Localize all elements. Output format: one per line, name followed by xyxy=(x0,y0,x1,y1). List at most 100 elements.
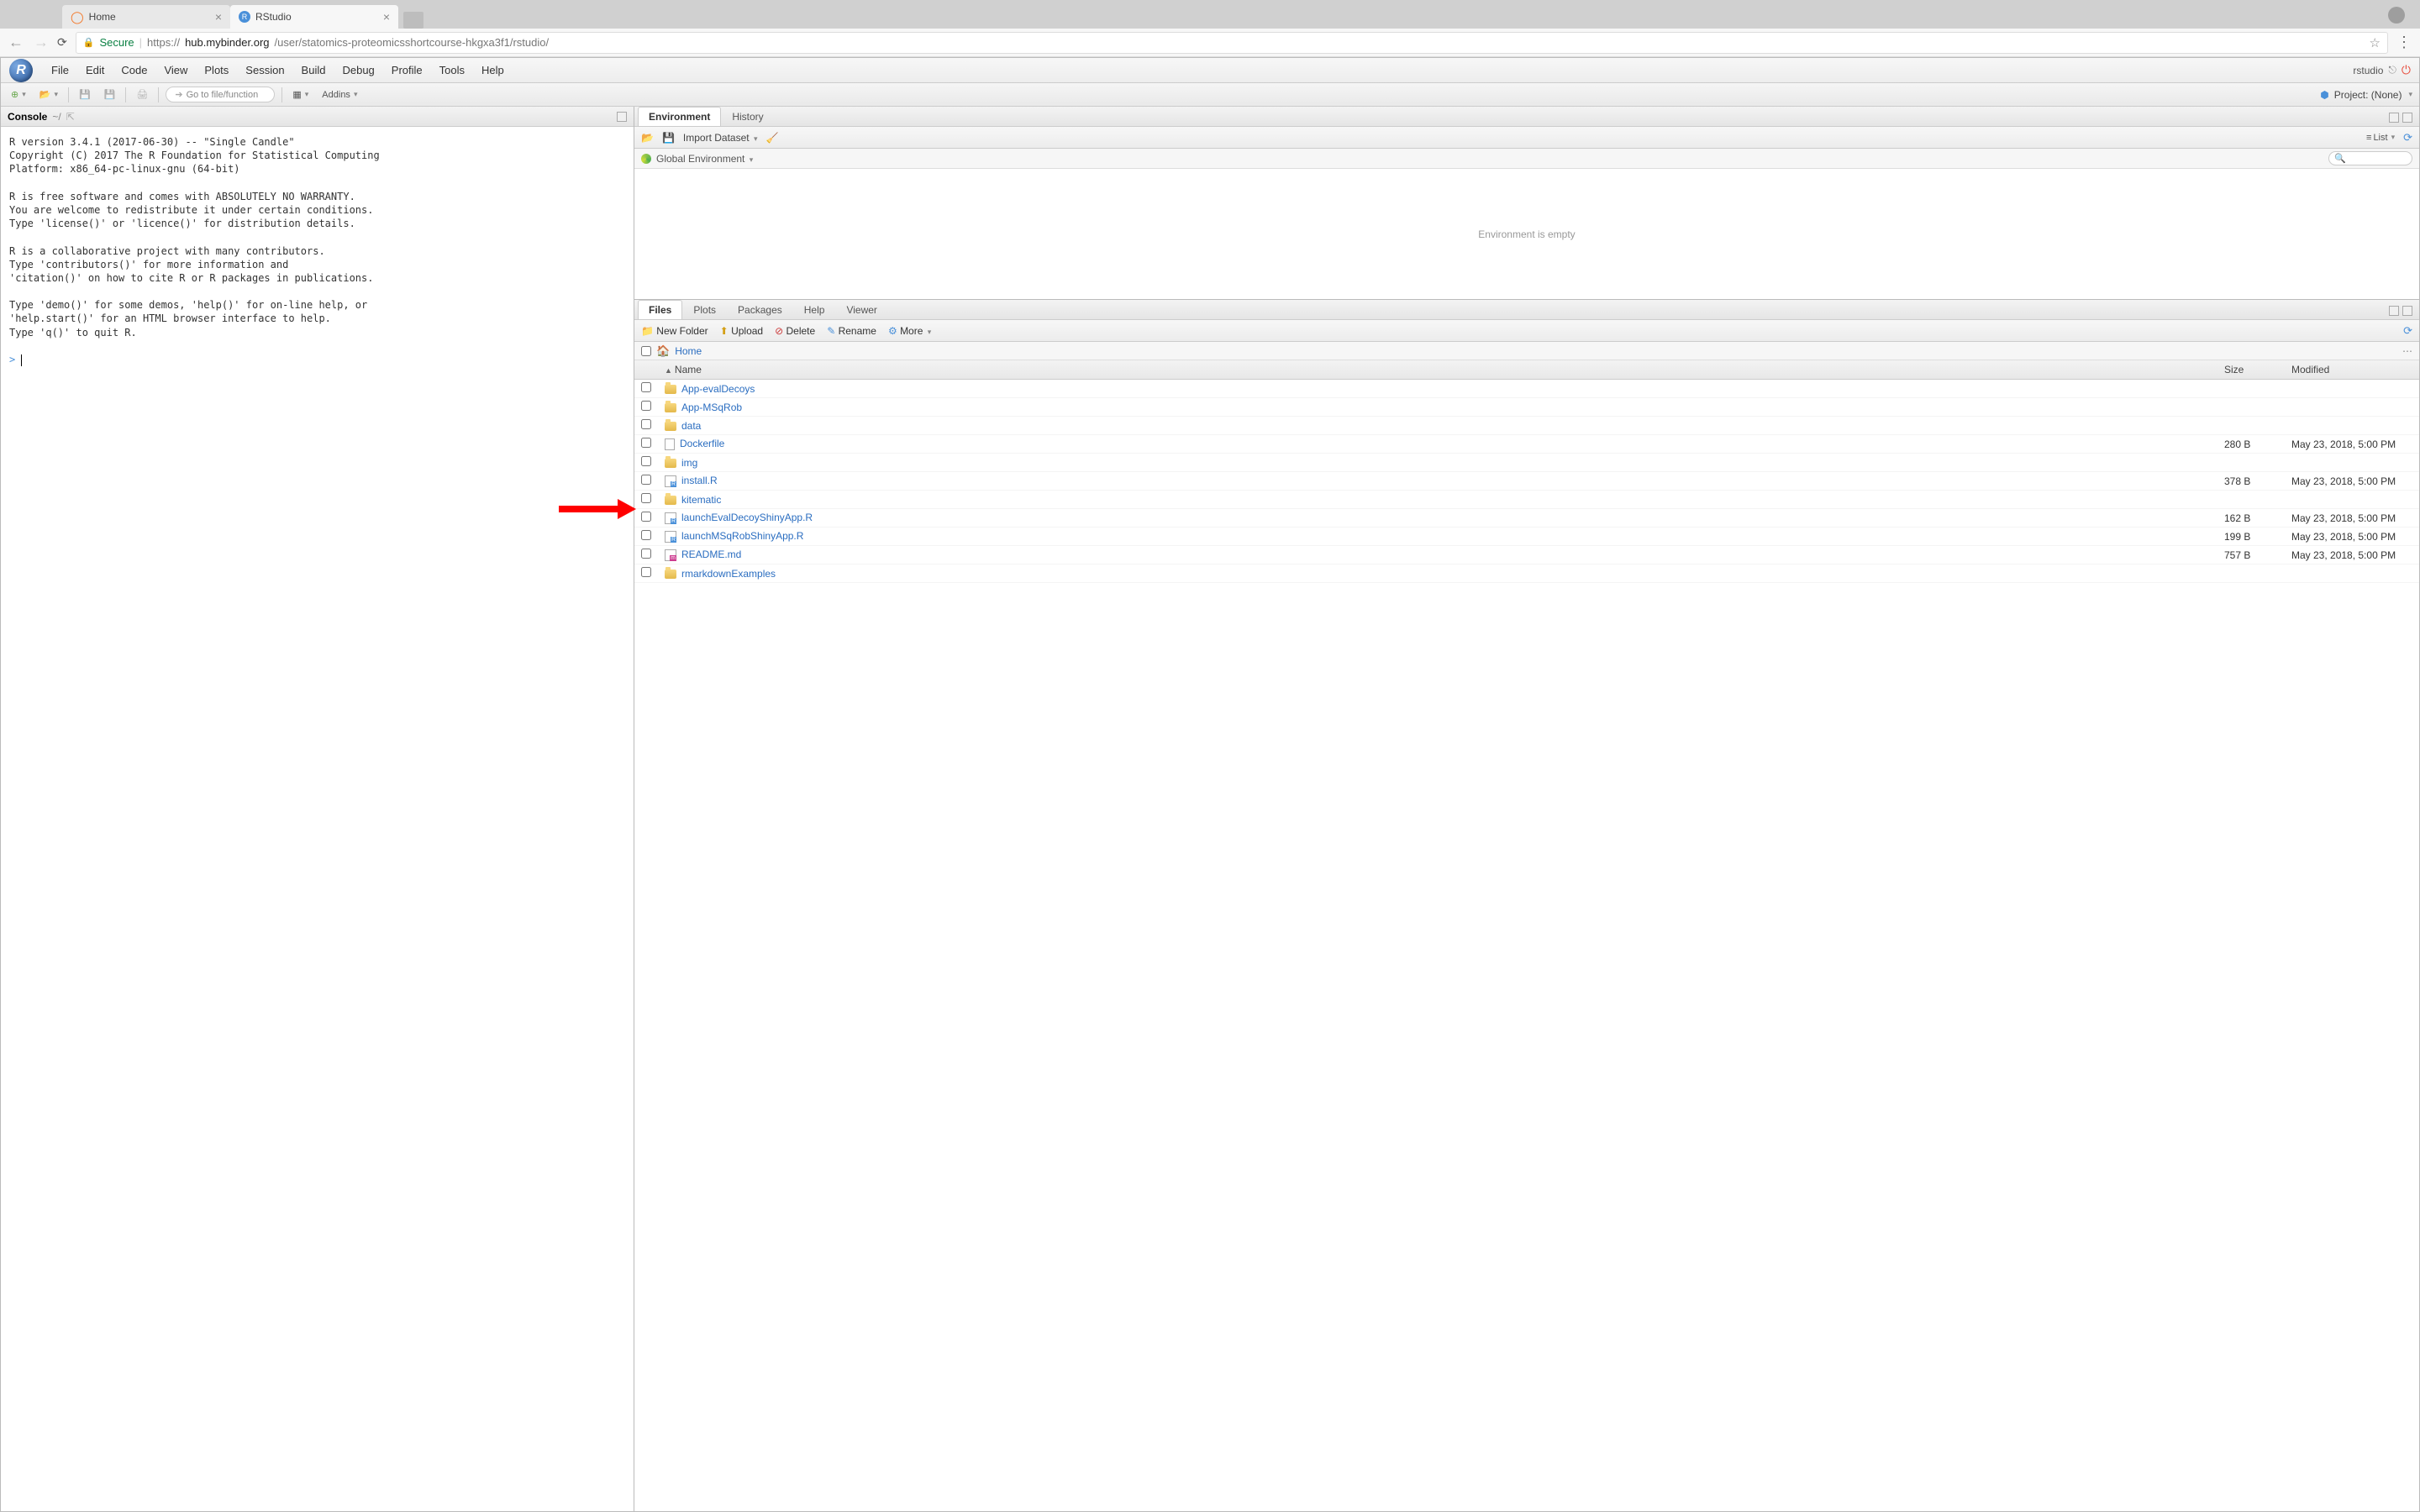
tab-plots[interactable]: Plots xyxy=(682,300,727,319)
file-link[interactable]: kitematic xyxy=(681,494,721,506)
file-link[interactable]: data xyxy=(681,420,701,432)
browser-tab-home[interactable]: ◯ Home × xyxy=(62,5,230,29)
reload-button[interactable]: ⟳ xyxy=(57,35,67,50)
tab-viewer[interactable]: Viewer xyxy=(835,300,887,319)
new-folder-button[interactable]: 📁 New Folder xyxy=(641,325,708,337)
console-path: ~/ xyxy=(52,111,60,123)
menu-profile[interactable]: Profile xyxy=(383,60,431,80)
console-popout-icon[interactable]: ⇱ xyxy=(66,111,75,123)
print-button[interactable]: 🖨 xyxy=(133,87,151,102)
bookmark-icon[interactable]: ☆ xyxy=(2370,35,2381,50)
tab-packages[interactable]: Packages xyxy=(727,300,793,319)
open-file-button[interactable]: 📂▾ xyxy=(36,87,61,102)
file-row-checkbox[interactable] xyxy=(641,549,651,559)
file-link[interactable]: README.md xyxy=(681,549,741,560)
pane-minimize-icon[interactable] xyxy=(2389,306,2399,316)
menu-view[interactable]: View xyxy=(155,60,196,80)
menu-code[interactable]: Code xyxy=(113,60,155,80)
file-link[interactable]: App-MSqRob xyxy=(681,402,742,413)
pane-maximize-icon[interactable] xyxy=(2402,306,2412,316)
file-link[interactable]: launchMSqRobShinyApp.R xyxy=(681,530,803,542)
refresh-files-icon[interactable]: ⟳ xyxy=(2403,324,2412,338)
tab-history[interactable]: History xyxy=(721,107,774,126)
menu-plots[interactable]: Plots xyxy=(196,60,237,80)
new-tab-button[interactable] xyxy=(403,12,424,29)
file-link[interactable]: launchEvalDecoyShinyApp.R xyxy=(681,512,813,523)
select-all-checkbox[interactable] xyxy=(641,346,651,356)
file-link[interactable]: rmarkdownExamples xyxy=(681,568,776,580)
menu-help[interactable]: Help xyxy=(473,60,513,80)
save-button[interactable]: 💾 xyxy=(76,87,94,102)
console-prompt: > xyxy=(9,354,15,365)
file-row-checkbox[interactable] xyxy=(641,438,651,448)
browser-profile-icon[interactable] xyxy=(2388,7,2405,24)
refresh-env-icon[interactable]: ⟳ xyxy=(2403,131,2412,144)
new-file-button[interactable]: ⊕▾ xyxy=(8,87,29,102)
rstudio-app: R FileEditCodeViewPlotsSessionBuildDebug… xyxy=(0,57,2420,1512)
env-scope-selector[interactable]: Global Environment ▾ xyxy=(656,153,753,165)
home-icon[interactable]: 🏠 xyxy=(656,344,670,358)
browser-menu-icon[interactable]: ⋮ xyxy=(2396,34,2412,51)
col-size[interactable]: Size xyxy=(2217,360,2285,380)
new-folder-label: New Folder xyxy=(656,325,708,337)
addins-button[interactable]: Addins▾ xyxy=(318,88,360,102)
tab-close-icon[interactable]: × xyxy=(215,10,222,24)
col-modified[interactable]: Modified xyxy=(2285,360,2419,380)
power-icon[interactable]: ⏻ xyxy=(2402,63,2411,77)
menu-build[interactable]: Build xyxy=(293,60,334,80)
delete-button[interactable]: ⊘ Delete xyxy=(775,325,815,337)
menu-session[interactable]: Session xyxy=(237,60,292,80)
file-row-checkbox[interactable] xyxy=(641,567,651,577)
console-output[interactable]: R version 3.4.1 (2017-06-30) -- "Single … xyxy=(1,127,634,1511)
env-search-input[interactable]: 🔍 xyxy=(2328,151,2412,165)
file-link[interactable]: img xyxy=(681,457,697,469)
file-row-checkbox[interactable] xyxy=(641,401,651,411)
col-name[interactable]: ▲Name xyxy=(658,360,2217,380)
list-view-toggle[interactable]: ≡ List ▾ xyxy=(2366,133,2395,143)
tab-files[interactable]: Files xyxy=(638,300,682,319)
forward-button[interactable]: → xyxy=(34,34,49,51)
file-link[interactable]: Dockerfile xyxy=(680,438,724,449)
signout-icon[interactable]: ⎋ xyxy=(2388,64,2396,76)
tab-environment[interactable]: Environment xyxy=(638,107,721,126)
menu-edit[interactable]: Edit xyxy=(77,60,113,80)
env-scope-bar: Global Environment ▾ 🔍 xyxy=(634,149,2419,169)
file-modified xyxy=(2285,417,2419,435)
file-link[interactable]: install.R xyxy=(681,475,718,486)
load-workspace-icon[interactable]: 📂 xyxy=(641,132,654,144)
file-row-checkbox[interactable] xyxy=(641,419,651,429)
file-row-checkbox[interactable] xyxy=(641,530,651,540)
file-row-checkbox[interactable] xyxy=(641,382,651,392)
save-all-button[interactable]: 💾 xyxy=(101,87,119,102)
back-button[interactable]: ← xyxy=(8,34,24,51)
tab-close-icon[interactable]: × xyxy=(383,10,390,24)
address-bar[interactable]: 🔒 Secure | https://hub.mybinder.org/user… xyxy=(76,32,2388,54)
file-row-checkbox[interactable] xyxy=(641,456,651,466)
menu-tools[interactable]: Tools xyxy=(431,60,473,80)
file-link[interactable]: App-evalDecoys xyxy=(681,383,755,395)
more-button[interactable]: ⚙ More ▾ xyxy=(888,325,931,337)
goto-file-input[interactable]: ➔Go to file/function xyxy=(166,87,275,102)
pane-maximize-icon[interactable] xyxy=(617,112,627,122)
project-label[interactable]: Project: (None) xyxy=(2334,89,2402,101)
grid-button[interactable]: ▦▾ xyxy=(289,87,312,102)
menu-file[interactable]: File xyxy=(43,60,77,80)
file-row: Dockerfile 280 B May 23, 2018, 5:00 PM xyxy=(634,435,2419,454)
upload-button[interactable]: ⬆ Upload xyxy=(720,325,763,337)
file-row: launchMSqRobShinyApp.R 199 B May 23, 201… xyxy=(634,528,2419,546)
browser-tab-rstudio[interactable]: R RStudio × xyxy=(230,5,398,29)
r-icon xyxy=(665,475,676,487)
rename-button[interactable]: ✎ Rename xyxy=(827,325,876,337)
import-dataset-button[interactable]: Import Dataset ▾ xyxy=(683,132,758,144)
tab-label: Home xyxy=(89,11,116,23)
file-row-checkbox[interactable] xyxy=(641,475,651,485)
panes-container: Console ~/ ⇱ R version 3.4.1 (2017-06-30… xyxy=(1,107,2419,1511)
pane-minimize-icon[interactable] xyxy=(2389,113,2399,123)
path-navigate-icon[interactable]: ⋯ xyxy=(2402,345,2412,357)
save-workspace-icon[interactable]: 💾 xyxy=(662,132,675,144)
breadcrumb-home[interactable]: Home xyxy=(675,345,702,357)
menu-debug[interactable]: Debug xyxy=(334,60,382,80)
pane-maximize-icon[interactable] xyxy=(2402,113,2412,123)
tab-help[interactable]: Help xyxy=(793,300,836,319)
clear-workspace-icon[interactable]: 🧹 xyxy=(765,132,778,144)
